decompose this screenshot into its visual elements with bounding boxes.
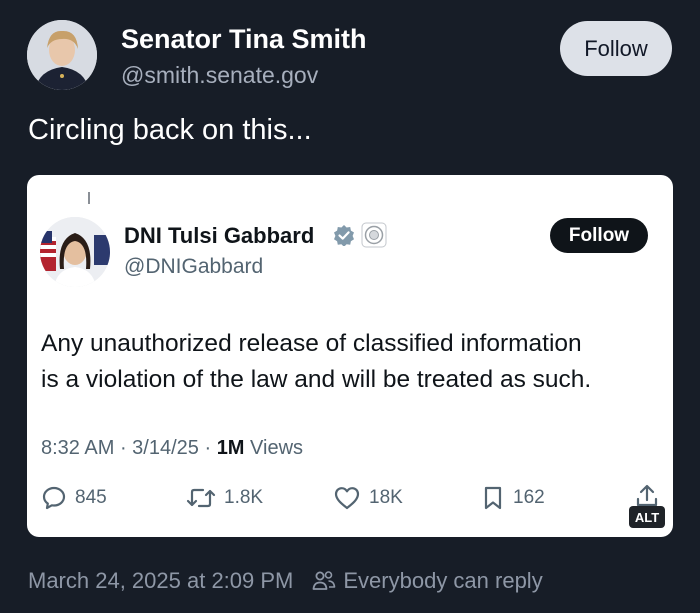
embedded-views-count: 1M <box>216 437 245 459</box>
reply-setting: Everybody can reply <box>311 568 543 594</box>
embedded-post-date: 3/14/25 <box>132 437 199 459</box>
embedded-post-line: Any unauthorized release of classified i… <box>41 330 582 357</box>
repost-icon <box>186 488 216 508</box>
embedded-author-handle: @DNIGabbard <box>124 255 264 278</box>
post-timestamp[interactable]: March 24, 2025 at 2:09 PM <box>28 568 293 594</box>
share-icon <box>636 484 658 507</box>
post-text: Circling back on this... <box>28 114 312 146</box>
bookmarks-action: 162 <box>481 485 545 511</box>
author-name[interactable]: Senator Tina Smith <box>121 24 367 55</box>
people-icon <box>312 571 336 590</box>
embedded-follow-button: Follow <box>550 218 648 253</box>
embedded-author-name: DNI Tulsi Gabbard <box>124 223 315 248</box>
alt-text-badge[interactable]: ALT <box>629 506 665 528</box>
verified-badge-icon <box>334 225 354 246</box>
reply-setting-label: Everybody can reply <box>343 568 543 593</box>
government-seal-icon <box>361 222 387 248</box>
embedded-post-body: Any unauthorized release of classified i… <box>41 326 661 398</box>
likes-action: 18K <box>333 485 403 511</box>
replies-count: 845 <box>75 487 107 508</box>
thread-line <box>88 192 90 204</box>
heart-icon <box>334 487 360 510</box>
replies-action: 845 <box>41 485 107 511</box>
likes-count: 18K <box>369 487 403 508</box>
embedded-post-meta: 8:32 AM · 3/14/25 · 1M Views <box>41 437 304 459</box>
embedded-post-time: 8:32 AM <box>41 437 115 459</box>
author-avatar[interactable] <box>27 20 97 90</box>
embedded-author-avatar <box>40 217 110 287</box>
embedded-post-line: is a violation of the law and will be tr… <box>41 366 592 393</box>
bookmark-icon <box>484 486 502 510</box>
post-footer: March 24, 2025 at 2:09 PM Everybody can … <box>28 568 543 594</box>
embedded-post-image[interactable]: DNI Tulsi Gabbard @DNIGabbard Follow Any… <box>27 175 673 537</box>
embedded-views-label: Views <box>250 437 304 459</box>
reposts-action: 1.8K <box>186 485 263 511</box>
author-handle[interactable]: @smith.senate.gov <box>121 62 318 89</box>
follow-button[interactable]: Follow <box>560 21 672 76</box>
reply-icon <box>42 486 66 510</box>
bookmarks-count: 162 <box>513 487 545 508</box>
reposts-count: 1.8K <box>224 487 264 508</box>
